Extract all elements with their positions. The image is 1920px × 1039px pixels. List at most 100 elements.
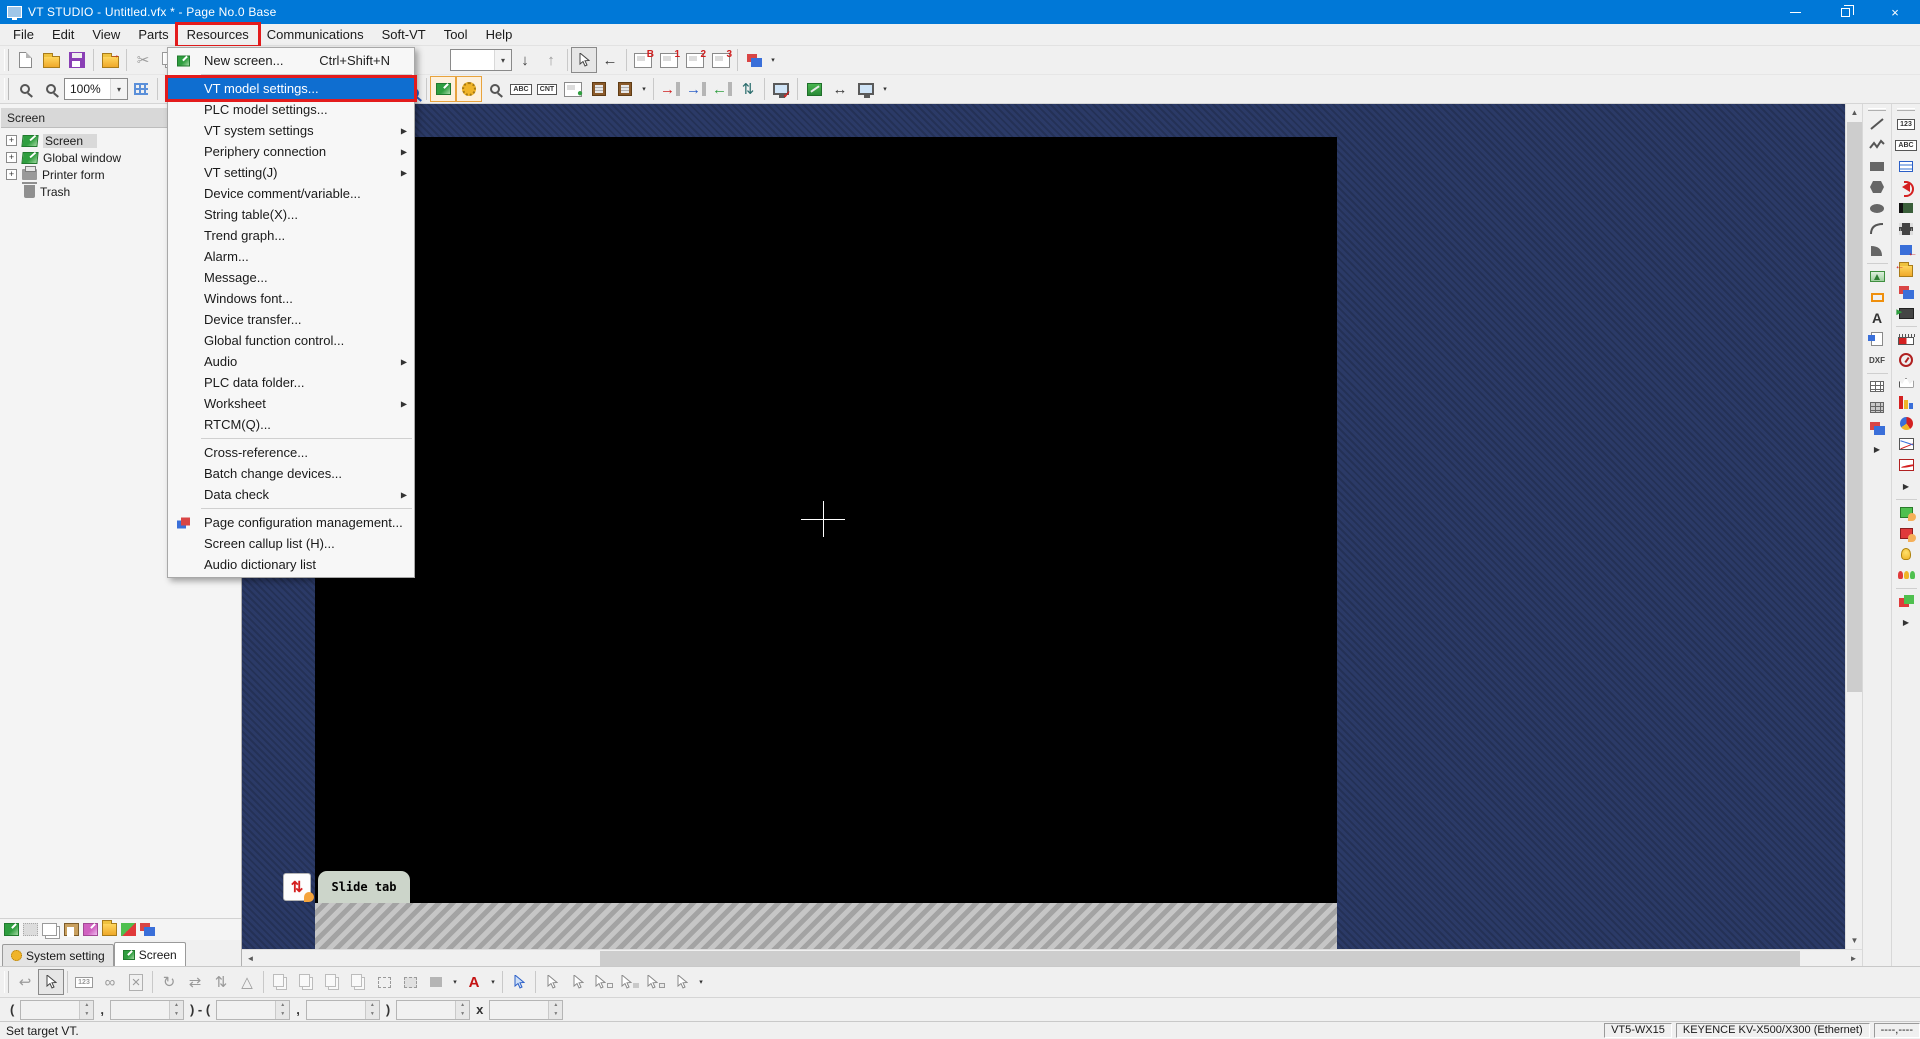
menu-item-data-check[interactable]: Data check▶ xyxy=(168,484,414,505)
screen-page-canvas[interactable] xyxy=(315,137,1337,903)
tool-line-button[interactable] xyxy=(1865,114,1890,134)
slide-tab[interactable]: Slide tab xyxy=(318,871,410,903)
transfer-to-vt-button[interactable]: → xyxy=(657,76,683,102)
expander-icon[interactable]: + xyxy=(6,135,17,146)
part-line-graph-button[interactable] xyxy=(1894,434,1919,454)
select-other-button[interactable] xyxy=(669,969,695,995)
export-screen-button[interactable] xyxy=(102,923,117,936)
align-dropdown[interactable]: ▾ xyxy=(449,969,461,995)
coord-height-spinner[interactable]: ▲▼ xyxy=(489,1000,563,1020)
coord-y2-spinner[interactable]: ▲▼ xyxy=(306,1000,380,1020)
back-screen-button[interactable]: ← xyxy=(597,47,623,73)
simulator-button[interactable] xyxy=(853,76,879,102)
menu-item-batch-change-devices[interactable]: Batch change devices... xyxy=(168,463,414,484)
select-all-button[interactable] xyxy=(539,969,565,995)
group-button[interactable] xyxy=(371,969,397,995)
screen-preview-button[interactable]: ● xyxy=(560,76,586,102)
send-to-back-button[interactable] xyxy=(345,969,371,995)
save-button[interactable] xyxy=(64,47,90,73)
part-comment-display-button[interactable] xyxy=(1894,156,1919,176)
editor-canvas[interactable]: ⇅ Slide tab ▲ ▼ ◄ ► xyxy=(242,104,1862,966)
select-graph-button[interactable] xyxy=(643,969,669,995)
send-backward-button[interactable] xyxy=(293,969,319,995)
zoom-level-combo[interactable]: 100% ▾ xyxy=(64,78,128,100)
menu-view[interactable]: View xyxy=(83,25,129,45)
toolbar-grip[interactable] xyxy=(1897,108,1915,111)
simulator-dropdown[interactable]: ▾ xyxy=(879,76,891,102)
undo-select-button[interactable]: ↩ xyxy=(12,969,38,995)
menu-resources[interactable]: Resources xyxy=(178,25,258,45)
expander-icon[interactable]: + xyxy=(6,169,17,180)
part-data-transfer-button[interactable]: ← xyxy=(1894,240,1919,260)
transfer-screen-button[interactable] xyxy=(121,923,136,936)
slide-tab-handle-icon[interactable]: ⇅ xyxy=(283,873,311,901)
menu-item-vt-setting-j[interactable]: VT setting(J)▶ xyxy=(168,162,414,183)
tool-polyline-button[interactable] xyxy=(1865,135,1890,155)
part-bar-graph-button[interactable] xyxy=(1894,392,1919,412)
menu-help[interactable]: Help xyxy=(477,25,522,45)
screen-3-button[interactable]: 3 xyxy=(708,47,734,73)
coord-y1-spinner[interactable]: ▲▼ xyxy=(110,1000,184,1020)
menu-tool[interactable]: Tool xyxy=(435,25,477,45)
menu-soft-vt[interactable]: Soft-VT xyxy=(373,25,435,45)
move-up-button[interactable]: ↑ xyxy=(538,47,564,73)
toolbar-grip[interactable] xyxy=(4,78,9,100)
menu-item-string-table[interactable]: String table(X)... xyxy=(168,204,414,225)
preview-button[interactable] xyxy=(482,76,508,102)
part-switch-red-button[interactable] xyxy=(1894,523,1919,543)
tool-polygon-button[interactable] xyxy=(1865,177,1890,197)
paste-screen-button[interactable] xyxy=(64,923,79,936)
menu-item-audio-dictionary-list[interactable]: Audio dictionary list xyxy=(168,554,414,575)
library-button[interactable] xyxy=(586,76,612,102)
part-lamp-button[interactable] xyxy=(1894,544,1919,564)
transfer-from-vt-button[interactable]: ← xyxy=(709,76,735,102)
coord-x1-spinner[interactable]: ▲▼ xyxy=(20,1000,94,1020)
new-file-button[interactable] xyxy=(12,47,38,73)
tool-frame-button[interactable] xyxy=(1865,287,1890,307)
menu-item-audio[interactable]: Audio▶ xyxy=(168,351,414,372)
tool-text-button[interactable]: A xyxy=(1865,308,1890,328)
menu-item-trend-graph[interactable]: Trend graph... xyxy=(168,225,414,246)
tool-sector-button[interactable] xyxy=(1865,240,1890,260)
window-list-button[interactable] xyxy=(741,47,767,73)
part-pie-graph-button[interactable] xyxy=(1894,413,1919,433)
select-same-type-button[interactable] xyxy=(565,969,591,995)
tool-window-copy-button[interactable] xyxy=(1865,418,1890,438)
zoom-out-button[interactable] xyxy=(38,76,64,102)
menu-item-new-screen[interactable]: New screen... Ctrl+Shift+N xyxy=(168,50,414,71)
menu-item-message[interactable]: Message... xyxy=(168,267,414,288)
part-video-display-button[interactable]: ▶ xyxy=(1894,303,1919,323)
zoom-in-button[interactable] xyxy=(12,76,38,102)
font-dropdown[interactable]: ▾ xyxy=(487,969,499,995)
menu-communications[interactable]: Communications xyxy=(258,25,373,45)
menu-item-vt-model-settings[interactable]: VT model settings... xyxy=(168,78,414,99)
coord-width-spinner[interactable]: ▲▼ xyxy=(396,1000,470,1020)
base-screen-button[interactable]: B xyxy=(630,47,656,73)
transfer-usb-button[interactable]: → xyxy=(683,76,709,102)
scroll-down-button[interactable]: ▼ xyxy=(1846,932,1863,949)
parts-library-dropdown[interactable]: ▾ xyxy=(638,76,650,102)
part-level-meter-button[interactable] xyxy=(1894,329,1919,349)
horizontal-scroll-thumb[interactable] xyxy=(600,951,1800,966)
horizontal-scrollbar[interactable]: ◄ ► xyxy=(242,949,1862,966)
new-screen-button[interactable] xyxy=(4,923,19,936)
part-remote-screen-button[interactable] xyxy=(1894,282,1919,302)
select-parts-button[interactable] xyxy=(506,969,532,995)
system-setting-button[interactable] xyxy=(456,76,482,102)
export-button[interactable]: → xyxy=(97,47,123,73)
text-list-button[interactable]: ABC xyxy=(508,76,534,102)
menu-item-rtcm-q[interactable]: RTCM(Q)... xyxy=(168,414,414,435)
coord-x2-spinner[interactable]: ▲▼ xyxy=(216,1000,290,1020)
scroll-right-button[interactable]: ► xyxy=(1845,950,1862,967)
part-numeric-display-button[interactable]: 123 xyxy=(1894,114,1919,134)
select-lamp-button[interactable] xyxy=(617,969,643,995)
tool-ellipse-button[interactable] xyxy=(1865,198,1890,218)
tool-arc-button[interactable] xyxy=(1865,219,1890,239)
select-screen-button[interactable] xyxy=(571,47,597,73)
bring-forward-button[interactable] xyxy=(267,969,293,995)
tool-table-button[interactable] xyxy=(1865,376,1890,396)
menu-item-worksheet[interactable]: Worksheet▶ xyxy=(168,393,414,414)
part-text-display-button[interactable]: ABC xyxy=(1894,135,1919,155)
select-tool-button[interactable] xyxy=(38,969,64,995)
part-audio-button[interactable] xyxy=(1894,177,1919,197)
